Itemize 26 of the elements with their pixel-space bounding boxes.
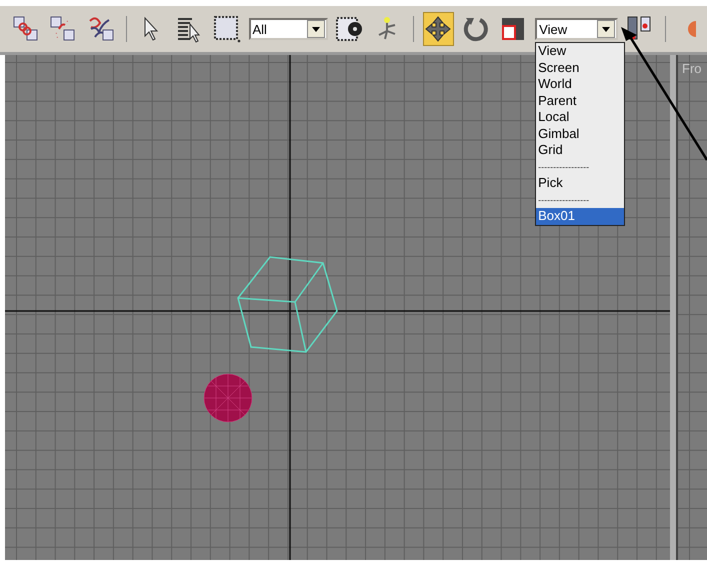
wireframe-sphere [204,374,252,422]
viewport[interactable] [5,55,676,560]
link-icon [12,15,40,43]
rotate-icon [462,15,490,43]
dropdown-option[interactable]: Gimbal [536,126,624,142]
selection-filter-dropdown[interactable]: All [248,18,328,40]
dropdown-option[interactable]: Screen [536,60,624,76]
dropdown-value: View [538,22,568,36]
viewport-label: Fro [682,61,702,76]
space-warp-icon [86,15,115,43]
unlink-icon [49,15,78,43]
option-separator: ----------------- [537,194,590,206]
dropdown-option[interactable]: Local [536,109,624,126]
tool-button[interactable] [422,12,454,46]
option-separator: ----------------- [537,160,590,174]
caret-icon [312,26,320,32]
dropdown-option[interactable]: Grid [536,142,624,158]
dropdown-option[interactable]: View [536,43,624,60]
move-icon [424,15,452,43]
dropdown-option[interactable]: Parent [536,92,624,109]
dropdown-option[interactable]: Pick [536,175,624,192]
dropdown-option[interactable]: World [536,76,624,92]
dropdown-value: All [252,22,267,36]
caret-icon [602,26,610,32]
scale-icon [500,16,526,42]
dropdown-option[interactable]: Box01 [536,208,624,224]
